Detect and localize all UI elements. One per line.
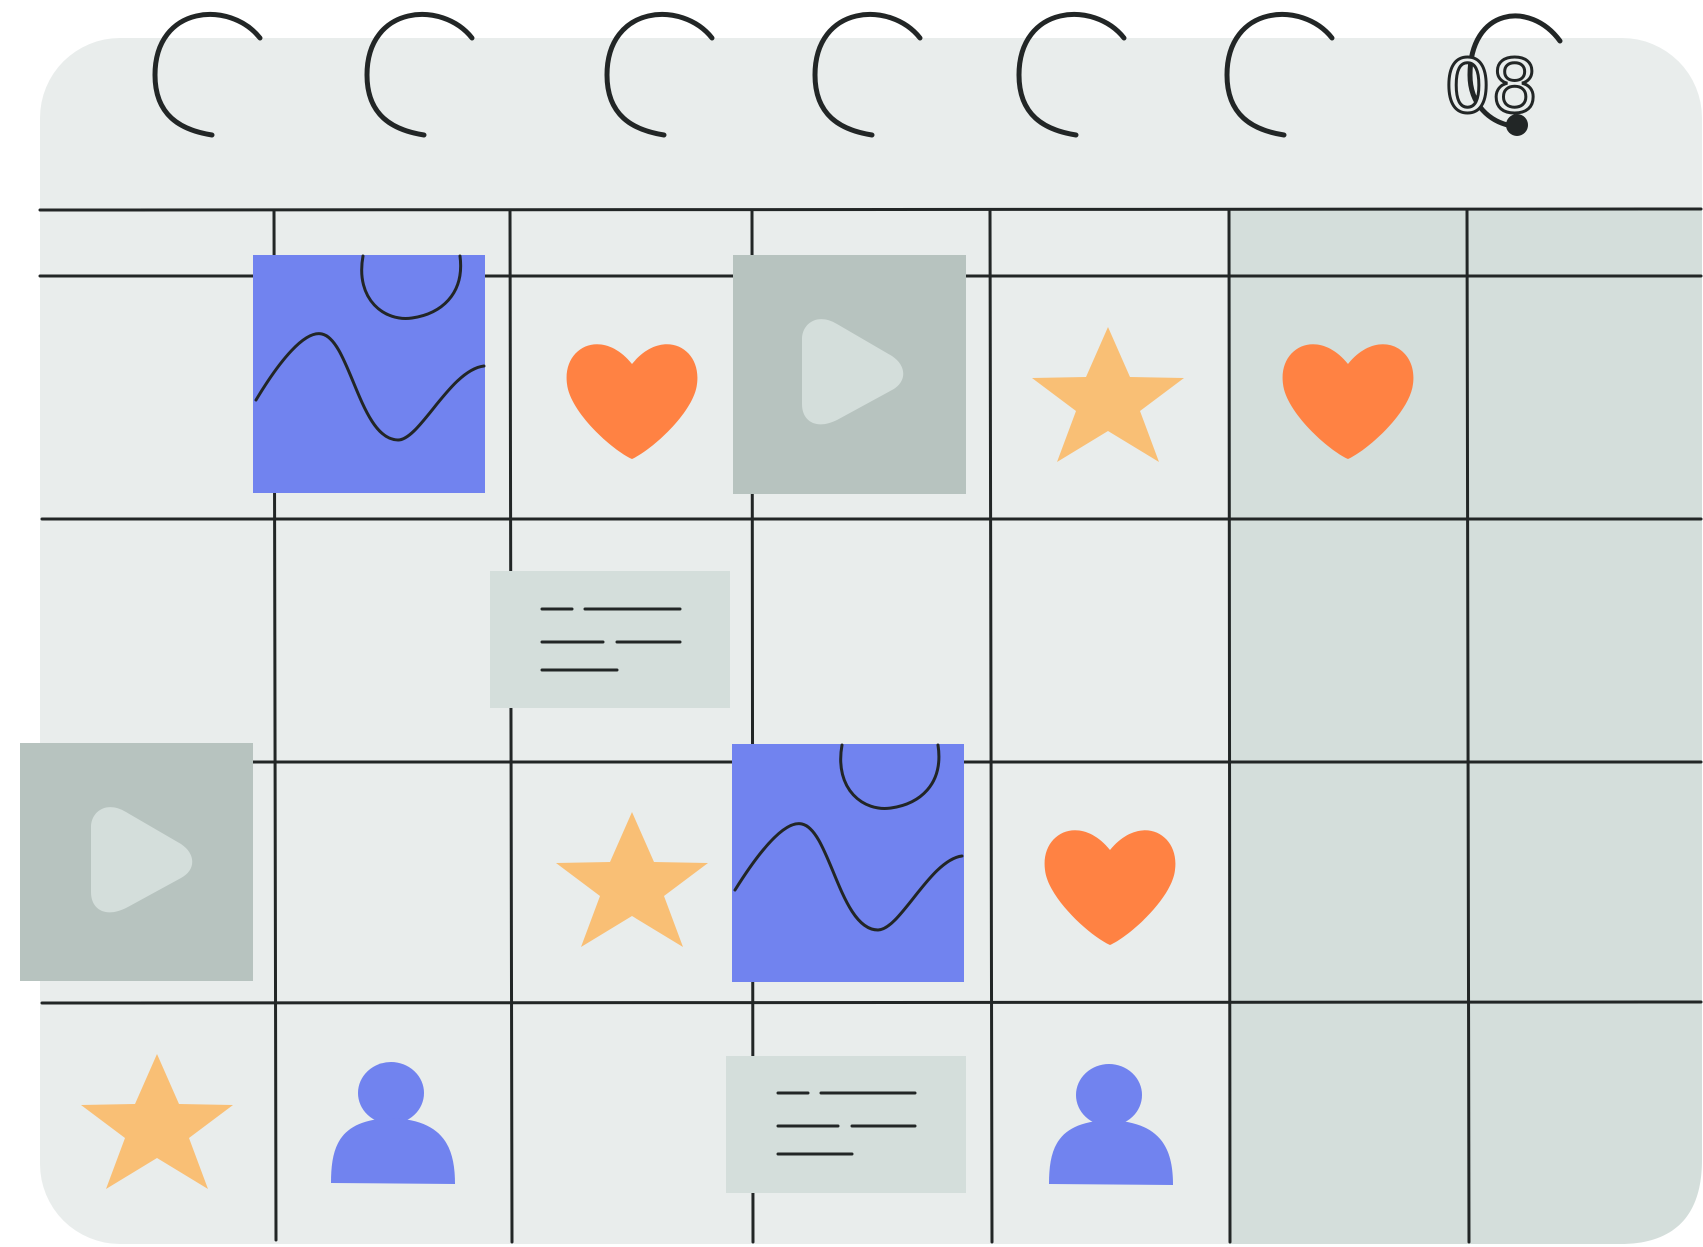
chart-wave-icon [732,743,964,982]
video-play-icon [20,743,253,981]
video-play-icon [733,255,966,494]
date-label: 08 [1444,44,1538,130]
calendar-illustration: 08 [0,0,1703,1247]
chart-wave-icon [253,254,486,493]
calendar-svg: 08 [20,12,1703,1244]
text-note-icon [490,571,730,708]
text-note-icon [726,1056,966,1193]
